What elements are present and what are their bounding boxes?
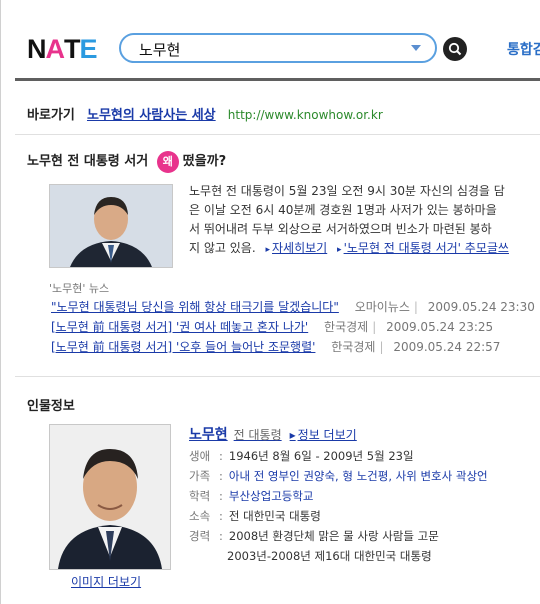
section-title: 인물정보 xyxy=(27,399,75,414)
info-key: 경력 xyxy=(189,529,211,543)
info-value[interactable]: 부산상업고등학교 xyxy=(229,489,314,503)
info-row-birth: 생애:1946년 8월 6일 - 2009년 5월 23일 xyxy=(189,446,540,466)
person-photo[interactable] xyxy=(49,424,171,570)
shortcut-row: 바로가기 노무현의 사람사는 세상 http://www.knowhow.or.… xyxy=(27,104,383,123)
news-title-link[interactable]: [노무현 前 대통령 서거] '권 여사 떼놓고 혼자 나가' xyxy=(51,320,308,334)
summary-line: 노무현 전 대통령이 5월 23일 오전 9시 30분 자신의 심경을 담 xyxy=(189,184,505,198)
info-row-education: 학력: 부산상업고등학교 xyxy=(189,486,540,506)
news-photo[interactable] xyxy=(49,184,173,268)
info-row-career-continued: 2003년-2008년 제16대 대한민국 대통령 xyxy=(189,546,540,566)
info-key: 생애 xyxy=(189,449,211,463)
separator: : xyxy=(219,489,223,503)
news-item: [노무현 前 대통령 서거] '권 여사 떼놓고 혼자 나가' 한국경제 | 20… xyxy=(51,318,540,338)
search-button[interactable] xyxy=(443,37,467,61)
read-more-link[interactable]: 자세히보기 xyxy=(272,241,327,255)
search-icon xyxy=(448,42,462,56)
person-photo-image xyxy=(50,185,172,267)
site-url[interactable]: http://www.knowhow.or.kr xyxy=(228,108,383,122)
separator: | xyxy=(413,300,418,314)
summary-line-text: 지 않고 있음. xyxy=(189,241,256,255)
separator: : xyxy=(219,449,223,463)
info-key: 학력 xyxy=(189,489,211,503)
separator: : xyxy=(219,529,223,543)
shortcut-label: 바로가기 xyxy=(27,108,75,123)
news-date: 2009.05.24 22:57 xyxy=(393,340,501,354)
info-value: 2008년 환경단체 맑은 물 사랑 사람들 고문 xyxy=(228,529,439,543)
person-info-table: 생애:1946년 8월 6일 - 2009년 5월 23일 가족: 아내 전 영부… xyxy=(189,446,540,566)
divider xyxy=(15,376,540,377)
trend-headline[interactable]: 노무현 전 대통령 서거 왜 떴을까? xyxy=(27,150,226,173)
news-source: 한국경제 xyxy=(324,320,369,334)
separator: | xyxy=(379,340,384,354)
divider xyxy=(15,134,540,135)
news-item: "노무현 대통령님 당신을 위해 항상 태극기를 달겠습니다" 오마이뉴스 | 2… xyxy=(51,298,540,318)
headline-prefix: 노무현 전 대통령 서거 xyxy=(27,154,149,169)
summary-line: 지 않고 있음. ▸ 자세히보기 ▸ '노무현 전 대통령 서거' 추모글쓰 xyxy=(189,239,540,260)
more-info-link[interactable]: 정보 더보기 xyxy=(298,428,357,442)
person-role: 전 대통령 xyxy=(233,428,282,442)
summary-line: 서 뛰어내려 두부 외상으로 서거하였으며 빈소가 마련된 봉하 xyxy=(189,222,492,236)
memorial-link[interactable]: '노무현 전 대통령 서거' 추모글쓰 xyxy=(344,241,509,255)
news-title-link[interactable]: "노무현 대통령님 당신을 위해 항상 태극기를 달겠습니다" xyxy=(51,300,339,314)
info-value: 전 대한민국 대통령 xyxy=(228,509,321,523)
why-badge[interactable]: 왜 xyxy=(156,150,179,173)
headline-suffix: 떴을까? xyxy=(182,154,227,169)
info-row-family: 가족: 아내 전 영부인 권양숙, 형 노건평, 사위 변호사 곽상언 xyxy=(189,466,540,486)
official-site-link[interactable]: 노무현의 사람사는 세상 xyxy=(87,108,216,123)
info-key: 가족 xyxy=(189,469,211,483)
person-name-link[interactable]: 노무현 xyxy=(189,427,228,443)
search-input[interactable] xyxy=(137,39,411,59)
more-images-link[interactable]: 이미지 더보기 xyxy=(71,573,141,590)
tab-integrated-search[interactable]: 통합검 xyxy=(507,39,540,59)
info-value: 1946년 8월 6일 - 2009년 5월 23일 xyxy=(228,449,414,463)
person-name-row: 노무현 전 대통령 ▸ 정보 더보기 xyxy=(189,424,357,444)
news-date: 2009.05.24 23:25 xyxy=(386,320,494,334)
news-heading: '노무현' 뉴스 xyxy=(49,282,110,295)
arrow-right-icon: ▸ xyxy=(289,428,296,442)
summary-line: 은 이날 오전 6시 40분께 경호원 1명과 사저가 있는 봉하마을 xyxy=(189,203,497,217)
header-divider xyxy=(15,78,540,81)
portrait-image xyxy=(50,425,170,569)
news-item: [노무현 前 대통령 서거] '오후 들어 늘어난 조문행렬' 한국경제 | 20… xyxy=(51,338,540,358)
news-title-link[interactable]: [노무현 前 대통령 서거] '오후 들어 늘어난 조문행렬' xyxy=(51,340,315,354)
search-box[interactable] xyxy=(119,33,437,63)
separator: | xyxy=(372,320,377,334)
news-source: 한국경제 xyxy=(331,340,376,354)
info-key: 소속 xyxy=(189,509,211,523)
arrow-right-icon: ▸ xyxy=(265,245,271,255)
separator: : xyxy=(219,509,223,523)
news-source: 오마이뉴스 xyxy=(354,300,410,314)
info-value: 2003년-2008년 제16대 대한민국 대통령 xyxy=(227,549,432,563)
news-summary: 노무현 전 대통령이 5월 23일 오전 9시 30분 자신의 심경을 담 은 … xyxy=(189,182,540,260)
arrow-right-icon: ▸ xyxy=(337,245,342,255)
info-row-affiliation: 소속: 전 대한민국 대통령 xyxy=(189,506,540,526)
news-date: 2009.05.24 23:30 xyxy=(427,300,535,314)
info-row-career: 경력:2008년 환경단체 맑은 물 사랑 사람들 고문 xyxy=(189,526,540,546)
search-results-page: NATE 통합검 바로가기 노무현의 사람사는 세상 http://www.kn… xyxy=(0,0,540,604)
info-value[interactable]: 아내 전 영부인 권양숙, 형 노건평, 사위 변호사 곽상언 xyxy=(229,469,488,483)
separator: : xyxy=(219,469,223,483)
nate-logo[interactable]: NATE xyxy=(27,34,98,65)
chevron-down-icon[interactable] xyxy=(411,45,421,51)
news-list: "노무현 대통령님 당신을 위해 항상 태극기를 달겠습니다" 오마이뉴스 | 2… xyxy=(51,298,540,358)
